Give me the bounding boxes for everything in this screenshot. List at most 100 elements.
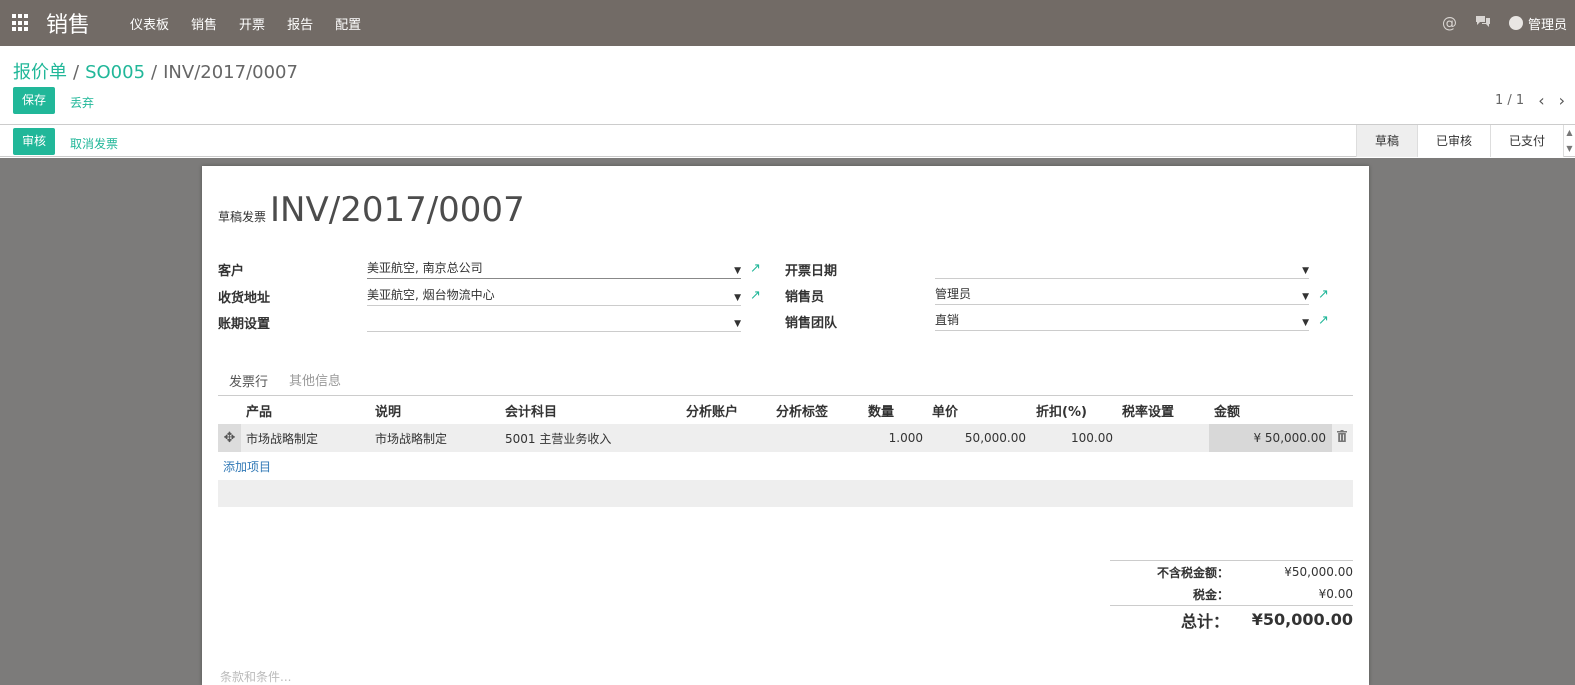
stage-paid[interactable]: 已支付	[1489, 125, 1563, 157]
cell-account[interactable]: 5001 主营业务收入	[505, 430, 611, 447]
customer-field[interactable]: 美亚航空, 南京总公司 ▼	[367, 259, 741, 279]
table-row[interactable]: ✥ 市场战略制定 市场战略制定 5001 主营业务收入 1.000 50,000…	[218, 424, 1353, 452]
salesperson-label: 销售员	[785, 290, 825, 305]
external-link-icon[interactable]: ↗	[750, 288, 761, 303]
total-label: 总计：	[1180, 611, 1229, 631]
caret-down-icon[interactable]: ▼	[734, 315, 741, 333]
external-link-icon[interactable]: ↗	[750, 261, 761, 276]
cell-description[interactable]: 市场战略制定	[375, 430, 447, 447]
avatar	[1508, 16, 1523, 30]
sales-team-field[interactable]: 直销 ▼	[935, 311, 1309, 331]
chat-icon[interactable]	[1475, 14, 1491, 32]
untaxed-label: 不含税金额：	[1156, 565, 1229, 580]
invoice-number: INV/2017/0007	[270, 190, 525, 230]
breadcrumb-quotations[interactable]: 报价单	[13, 58, 67, 84]
stage-draft[interactable]: 草稿	[1355, 125, 1417, 157]
customer-label: 客户	[218, 264, 245, 279]
payment-terms-field[interactable]: ▼	[367, 312, 741, 332]
discard-button[interactable]: 丢弃	[70, 94, 94, 111]
caret-down-icon[interactable]: ▼	[734, 262, 741, 280]
caret-down-icon[interactable]: ▼	[1302, 314, 1309, 332]
tax-label: 税金：	[1192, 587, 1229, 602]
cell-quantity[interactable]: 1.000	[858, 431, 923, 445]
breadcrumb-separator: /	[151, 62, 158, 83]
caret-down-icon[interactable]: ▼	[1302, 288, 1309, 306]
apps-grid-icon[interactable]	[12, 14, 30, 32]
header-analytic-account[interactable]: 分析账户	[686, 401, 738, 420]
menu-configuration[interactable]: 配置	[335, 14, 361, 33]
empty-table-row	[218, 480, 1353, 507]
header-amount[interactable]: 金额	[1214, 401, 1240, 420]
statusbar: 审核 取消发票 草稿 已审核 已支付 ▲ ▼	[0, 125, 1575, 157]
breadcrumb-current: INV/2017/0007	[163, 62, 298, 83]
header-product[interactable]: 产品	[246, 401, 272, 420]
caret-down-icon[interactable]: ▼	[734, 289, 741, 307]
cell-amount: ¥ 50,000.00	[1209, 424, 1332, 452]
review-button[interactable]: 审核	[13, 128, 56, 155]
tax-value: ¥0.00	[1318, 587, 1353, 601]
at-icon[interactable]: @	[1442, 14, 1457, 32]
invoice-lines-table: 产品 说明 会计科目 分析账户 分析标签 数量 单价 折扣(%) 税率设置 金额…	[218, 397, 1353, 452]
cell-discount[interactable]: 100.00	[1028, 431, 1113, 445]
untaxed-value: ¥50,000.00	[1284, 565, 1353, 579]
save-button[interactable]: 保存	[13, 87, 56, 114]
navbar-right: @ 管理员	[1442, 14, 1567, 33]
invoice-sheet: 草稿发票 INV/2017/0007 客户 美亚航空, 南京总公司 ▼ ↗ 收货…	[202, 166, 1369, 685]
header-description[interactable]: 说明	[375, 401, 401, 420]
header-taxes[interactable]: 税率设置	[1122, 401, 1174, 420]
menu-dashboard[interactable]: 仪表板	[130, 14, 169, 33]
tab-invoice-lines[interactable]: 发票行	[218, 370, 280, 395]
external-link-icon[interactable]: ↗	[1318, 313, 1329, 328]
breadcrumb-separator: /	[73, 62, 80, 83]
salesperson-value: 管理员	[935, 287, 972, 301]
notebook-tabs: 发票行 其他信息	[218, 370, 1353, 396]
delivery-address-label: 收货地址	[218, 291, 271, 306]
cell-unit-price[interactable]: 50,000.00	[926, 431, 1026, 445]
header-quantity[interactable]: 数量	[868, 401, 894, 420]
drag-handle-icon[interactable]: ✥	[218, 424, 241, 452]
customer-value: 美亚航空, 南京总公司	[367, 261, 483, 275]
title-status-label: 草稿发票	[218, 210, 267, 224]
untaxed-row: 不含税金额： ¥50,000.00	[1110, 561, 1353, 583]
app-title: 销售	[46, 13, 91, 38]
cell-product[interactable]: 市场战略制定	[246, 430, 318, 447]
terms-input[interactable]: 条款和条件...	[220, 668, 291, 685]
table-header: 产品 说明 会计科目 分析账户 分析标签 数量 单价 折扣(%) 税率设置 金额	[218, 397, 1353, 424]
breadcrumb: 报价单 / SO005 / INV/2017/0007	[13, 58, 298, 84]
external-link-icon[interactable]: ↗	[1318, 287, 1329, 302]
total-row: 总计： ¥50,000.00	[1110, 605, 1353, 633]
delivery-address-field[interactable]: 美亚航空, 烟台物流中心 ▼	[367, 286, 741, 306]
invoice-date-label: 开票日期	[785, 264, 838, 279]
user-name: 管理员	[1527, 17, 1567, 33]
add-line-link[interactable]: 添加项目	[223, 458, 271, 475]
invoice-date-field[interactable]: ▼	[935, 259, 1309, 279]
header-account[interactable]: 会计科目	[505, 401, 557, 420]
trash-icon[interactable]	[1337, 424, 1347, 452]
pager: 1 / 1 ‹ ›	[1495, 91, 1565, 110]
stage-scroll-icon[interactable]: ▲ ▼	[1563, 125, 1575, 157]
payment-terms-label: 账期设置	[218, 317, 271, 332]
header-unit-price[interactable]: 单价	[932, 401, 958, 420]
menu-sales[interactable]: 销售	[191, 14, 217, 33]
cancel-invoice-button[interactable]: 取消发票	[70, 135, 118, 152]
caret-down-icon[interactable]: ▼	[1302, 262, 1309, 280]
header-discount[interactable]: 折扣(%)	[1036, 401, 1087, 420]
user-menu[interactable]: 管理员	[1508, 14, 1567, 33]
salesperson-field[interactable]: 管理员 ▼	[935, 285, 1309, 305]
header-analytic-tags[interactable]: 分析标签	[776, 401, 828, 420]
chevron-left-icon[interactable]: ‹	[1538, 91, 1544, 110]
menu-invoicing[interactable]: 开票	[239, 14, 265, 33]
totals-block: 不含税金额： ¥50,000.00 税金： ¥0.00 总计： ¥50,000.…	[1110, 560, 1353, 633]
total-value: ¥50,000.00	[1251, 610, 1353, 629]
breadcrumb-order[interactable]: SO005	[85, 62, 145, 83]
chevron-right-icon[interactable]: ›	[1559, 91, 1565, 110]
tab-other-info[interactable]: 其他信息	[279, 370, 351, 395]
pager-value[interactable]: 1 / 1	[1495, 93, 1524, 108]
stage-reviewed[interactable]: 已审核	[1416, 125, 1490, 157]
menu-reports[interactable]: 报告	[287, 14, 313, 33]
invoice-title: 草稿发票 INV/2017/0007	[218, 190, 525, 230]
tax-row: 税金： ¥0.00	[1110, 583, 1353, 605]
top-navbar: 销售 仪表板 销售 开票 报告 配置 @ 管理员	[0, 0, 1575, 46]
sales-team-value: 直销	[935, 313, 960, 327]
sales-team-label: 销售团队	[785, 316, 838, 331]
